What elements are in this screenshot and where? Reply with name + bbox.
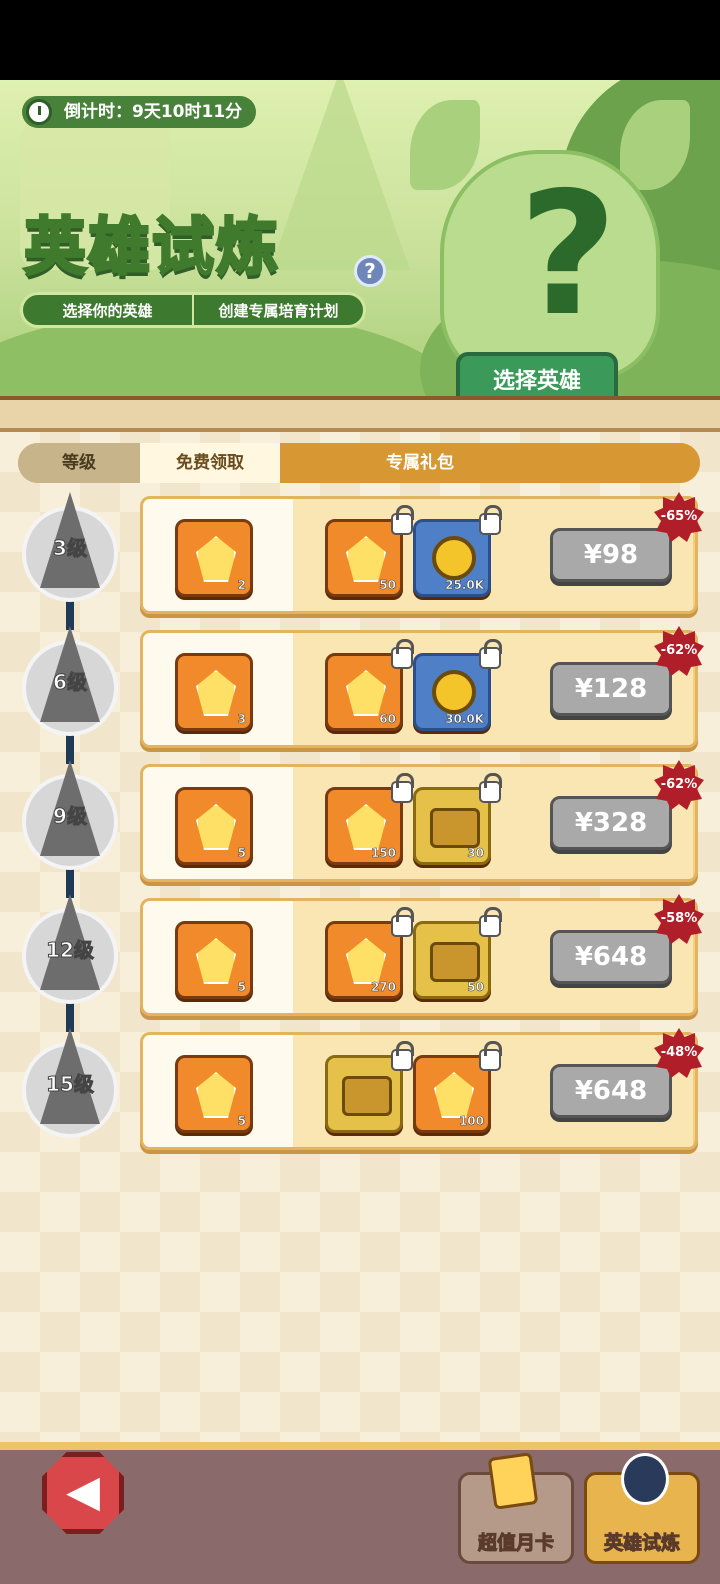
reward-row: 9级 5 150 30 ¥328 -62% [0,760,720,898]
reward-row: 6级 3 60 30.0K ¥128 -62% [0,626,720,764]
free-gem-item[interactable]: 5 [175,787,253,865]
back-button[interactable]: ◀ [42,1452,124,1534]
item-count: 30 [467,846,484,861]
item-count: 25.0K [445,578,484,593]
item-count: 50 [467,980,484,995]
monthly-card-button[interactable]: 超值月卡 [458,1452,574,1564]
question-mark-icon: ? [518,156,618,354]
item-count: 30.0K [445,712,484,727]
coin-icon [432,536,476,580]
gem-icon [346,670,386,716]
gem-icon [346,938,386,984]
free-gem-item[interactable]: 3 [175,653,253,731]
lock-icon [391,505,414,535]
buy-price-button[interactable]: ¥648 [550,1064,672,1118]
penguin-hero-icon [621,1453,669,1505]
monthly-card-label: 超值月卡 [477,1532,554,1555]
item-count: 3 [237,712,246,727]
reward-row: 15级 5 100 ¥648 -48% [0,1028,720,1158]
item-count: 2 [237,578,246,593]
item-count: 60 [379,712,396,727]
lock-icon [479,773,502,803]
card-icon [487,1452,539,1510]
chest-icon [430,808,480,848]
level-label: 6级 [53,670,88,695]
wooden-shelf [0,396,720,432]
subtitle-left: 选择你的英雄 [62,301,153,320]
free-gem-item[interactable]: 5 [175,921,253,999]
level-node: 6级 [22,626,118,746]
chest-icon [430,942,480,982]
level-node: 12级 [22,894,118,1014]
item-count: 5 [237,846,246,861]
help-icon[interactable]: ? [354,255,386,287]
level-node: 3级 [22,492,118,612]
free-gem-item[interactable]: 5 [175,1055,253,1133]
tab-free: 免费领取 [140,443,280,483]
gem-icon [196,670,236,716]
level-label: 12级 [46,938,95,963]
page-title: 英雄试炼 [22,209,281,285]
lock-icon [391,639,414,669]
reward-row: 3级 2 50 25.0K ¥98 -65% [0,492,720,630]
buy-price-button[interactable]: ¥98 [550,528,672,582]
item-count: 270 [370,980,397,995]
coin-icon [432,670,476,714]
clock-icon [26,99,52,125]
lock-icon [391,1041,414,1071]
gem-icon [196,536,236,582]
item-count: 50 [379,578,396,593]
status-bar [0,0,720,80]
item-count: 5 [237,980,246,995]
lock-icon [391,773,414,803]
tab-level: 等级 [18,443,140,483]
countdown-timer: 倒计时：9天10时11分 [22,96,257,128]
lock-icon [479,505,502,535]
gem-icon [346,804,386,850]
hero-trial-nav-button[interactable]: 英雄试炼 [584,1453,700,1564]
level-label: 9级 [53,804,88,829]
buy-price-button[interactable]: ¥328 [550,796,672,850]
tree-illustration [270,80,410,270]
item-count: 100 [458,1114,485,1129]
chest-icon [342,1076,392,1116]
lock-icon [479,1041,502,1071]
ear-shape [410,100,480,190]
subtitle-bar: 选择你的英雄 创建专属培育计划 [20,292,366,328]
countdown-text: 倒计时：9天10时11分 [64,102,243,122]
level-node: 15级 [22,1028,118,1148]
gem-icon [196,938,236,984]
lock-icon [391,907,414,937]
buy-price-button[interactable]: ¥128 [550,662,672,716]
ear-shape [620,100,690,190]
tab-paid: 专属礼包 [280,443,700,483]
gem-icon [434,1072,474,1118]
level-label: 3级 [53,536,88,561]
hero-trial-label: 英雄试炼 [603,1532,680,1555]
gem-icon [346,536,386,582]
reward-row: 12级 5 270 50 ¥648 -58% [0,894,720,1032]
lock-icon [479,907,502,937]
reward-tabs: 等级 免费领取 专属礼包 [18,443,700,483]
gem-icon [196,1072,236,1118]
subtitle-right: 创建专属培育计划 [218,301,339,320]
free-gem-item[interactable]: 2 [175,519,253,597]
level-node: 9级 [22,760,118,880]
item-count: 5 [237,1114,246,1129]
item-count: 150 [370,846,397,861]
level-label: 15级 [46,1072,95,1097]
mystery-hero-silhouette: ? [400,80,700,380]
buy-price-button[interactable]: ¥648 [550,930,672,984]
gem-icon [196,804,236,850]
lock-icon [479,639,502,669]
